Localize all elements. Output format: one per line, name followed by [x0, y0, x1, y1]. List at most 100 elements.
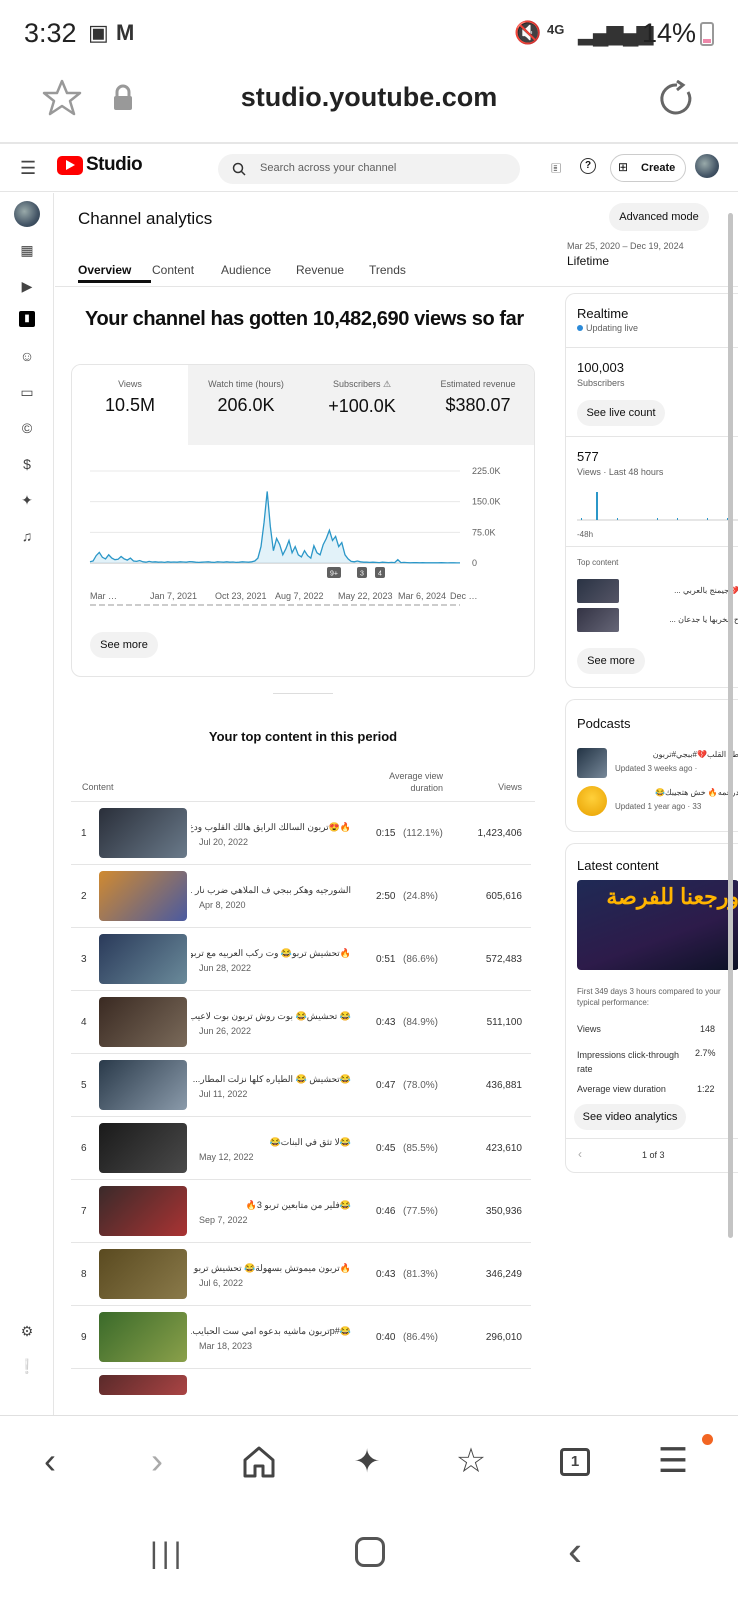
home-button-icon[interactable] — [355, 1537, 385, 1567]
tabs-icon[interactable]: 1 — [560, 1448, 590, 1476]
y-tick-label: 225.0K — [472, 466, 501, 476]
content-icon[interactable]: ▶ — [16, 275, 38, 297]
metric-value: 10.5M — [104, 395, 156, 415]
row-rank: 8 — [81, 1269, 87, 1280]
video-thumbnail[interactable] — [99, 1249, 187, 1299]
video-title[interactable]: 😂فلير من متابعين تربو 3🔥 — [191, 1200, 351, 1211]
system-back-icon[interactable]: ‹ — [568, 1527, 582, 1575]
prev-page-icon[interactable]: ‹ — [578, 1147, 582, 1161]
customization-icon[interactable]: ✦ — [16, 489, 38, 511]
create-button[interactable]: ⊞ Create — [610, 154, 686, 182]
url-text[interactable]: studio.youtube.com — [0, 82, 738, 113]
copyright-icon[interactable]: © — [16, 417, 38, 439]
send-feedback-icon[interactable]: ❕ — [16, 1355, 38, 1377]
channel-avatar[interactable] — [14, 201, 40, 227]
date-range: Mar 25, 2020 – Dec 19, 2024 — [567, 241, 684, 251]
see-live-count-button[interactable]: See live count — [577, 400, 665, 426]
search-input[interactable]: Search across your channel — [218, 154, 520, 184]
table-row[interactable]: 5 😂تحشيش 😂 الطياره كلها نزلت المطار... Jul… — [71, 1054, 531, 1117]
realtime-top-item[interactable]: ح هخربها يا جدعان ... — [577, 608, 738, 632]
views-chart[interactable]: 225.0K 150.0K 75.0K 0 9+ 3 4 Mar … Jan 7, 2021 Oc… — [72, 455, 535, 615]
video-thumbnail[interactable] — [99, 1123, 187, 1173]
scrollbar[interactable] — [728, 213, 733, 1238]
video-thumbnail[interactable] — [99, 934, 187, 984]
video-title[interactable]: 😂 تحشيش😂 بوت روش تربون بوت لاعيب... — [191, 1011, 351, 1022]
table-row[interactable]: 6 😂لا تثق في البنات😂 May 12, 2022 0:45 (85.5… — [71, 1117, 531, 1180]
period-select[interactable]: Lifetime — [567, 254, 609, 268]
advanced-mode-button[interactable]: Advanced mode — [609, 203, 709, 231]
row-views: 436,881 — [485, 1080, 522, 1091]
metric-revenue[interactable]: Estimated revenue $380.07 — [420, 365, 534, 445]
x-tick-label: Dec … — [450, 591, 478, 601]
x-tick-label: Mar 6, 2024 — [398, 591, 446, 601]
tab-revenue[interactable]: Revenue — [296, 263, 344, 277]
realtime-views: 577 — [577, 449, 599, 464]
podcast-item[interactable]: درعمه🔥 خش هتجيبك😂 Updated 1 year ago · 3… — [577, 786, 738, 818]
audio-library-icon[interactable]: ♫ — [16, 525, 38, 547]
recent-apps-icon[interactable]: ||| — [150, 1537, 185, 1571]
video-thumbnail[interactable] — [99, 1060, 187, 1110]
forward-icon[interactable]: › — [132, 1436, 182, 1486]
video-title[interactable]: 😂#pتربون ماشيه بدعوه امي ست الحبايب... — [191, 1326, 351, 1337]
tab-overview[interactable]: Overview — [78, 263, 131, 277]
chart-marker[interactable]: 4 — [375, 567, 385, 578]
tab-trends[interactable]: Trends — [369, 263, 406, 277]
y-tick-label: 75.0K — [472, 527, 496, 537]
table-row[interactable]: 1 🔥😍تربون السالك الرايق هالك القلوب ودع Ju… — [71, 802, 531, 865]
video-title[interactable]: 😂تحشيش 😂 الطياره كلها نزلت المطار... — [191, 1074, 351, 1085]
account-avatar[interactable] — [695, 154, 719, 178]
latest-thumbnail[interactable]: ورجعنا للفرصة — [577, 880, 738, 970]
avg-duration: 2:50 — [376, 891, 396, 902]
tab-audience[interactable]: Audience — [221, 263, 271, 277]
video-thumbnail[interactable] — [99, 1186, 187, 1236]
battery-percent: 14% — [642, 18, 697, 48]
video-title[interactable]: الشورجيه وهكر ببجي ف الملاهي ضرب نار ... — [191, 885, 351, 896]
video-title[interactable]: 🔥تربون ميموتش بسهولة😂 تحشيش تربو — [191, 1263, 351, 1274]
community-icon[interactable]: ☺ — [16, 345, 38, 367]
help-icon[interactable]: ? — [580, 158, 596, 174]
studio-logo-text[interactable]: Studio — [86, 154, 143, 176]
youtube-logo-icon[interactable] — [57, 156, 83, 175]
table-row[interactable]: 7 😂فلير من متابعين تربو 3🔥 Sep 7, 2022 0:46… — [71, 1180, 531, 1243]
analytics-icon[interactable]: ▮ — [19, 311, 35, 327]
realtime-top-item[interactable]: 💔جيمنج بالعربي ... — [577, 579, 738, 603]
video-title[interactable]: 🔥تحشيش تربو😂 وت ركب العربيه مع تربو... — [191, 948, 351, 959]
menu-icon[interactable]: ☰ — [648, 1436, 698, 1486]
metric-subscribers[interactable]: Subscribers ⚠ +100.0K — [304, 365, 420, 445]
table-row[interactable]: 8 🔥تربون ميموتش بسهولة😂 تحشيش تربو Jul 6, … — [71, 1243, 531, 1306]
video-title[interactable]: 😂لا تثق في البنات😂 — [191, 1137, 351, 1148]
tab-content[interactable]: Content — [152, 263, 194, 277]
chart-marker[interactable]: 9+ — [327, 567, 341, 578]
chart-marker[interactable]: 3 — [357, 567, 367, 578]
dashboard-icon[interactable]: ▦ — [16, 239, 38, 261]
back-icon[interactable]: ‹ — [25, 1436, 75, 1486]
table-row[interactable]: 4 😂 تحشيش😂 بوت روش تربون بوت لاعيب... Jun … — [71, 991, 531, 1054]
assistant-icon[interactable]: ✦ — [342, 1436, 392, 1486]
metric-views[interactable]: Views 10.5M — [72, 365, 188, 445]
video-thumbnail[interactable] — [99, 1375, 187, 1395]
see-video-analytics-button[interactable]: See video analytics — [574, 1104, 686, 1130]
podcast-item[interactable]: طع القلب💔#ببجي#تربون Updated 3 weeks ago… — [577, 748, 738, 780]
video-thumbnail[interactable] — [99, 808, 187, 858]
table-row[interactable]: 9 😂#pتربون ماشيه بدعوه امي ست الحبايب... M… — [71, 1306, 531, 1369]
table-row[interactable]: 3 🔥تحشيش تربو😂 وت ركب العربيه مع تربو... J… — [71, 928, 531, 991]
row-rank: 3 — [81, 954, 87, 965]
realtime-card: Realtime Updating live 100,003 Subscribe… — [565, 293, 738, 688]
see-more-button[interactable]: See more — [90, 632, 158, 658]
home-icon[interactable] — [241, 1444, 277, 1480]
earn-icon[interactable]: $ — [16, 453, 38, 475]
video-thumbnail[interactable] — [99, 997, 187, 1047]
video-title[interactable]: 🔥😍تربون السالك الرايق هالك القلوب ودع — [191, 822, 351, 833]
reload-icon[interactable] — [658, 80, 696, 118]
realtime-see-more-button[interactable]: See more — [577, 648, 645, 674]
metric-watch-time[interactable]: Watch time (hours) 206.0K — [188, 365, 304, 445]
settings-icon[interactable]: ⚙ — [16, 1320, 38, 1342]
subtitles-icon[interactable]: ▭ — [16, 381, 38, 403]
bookmarks-icon[interactable]: ☆ — [446, 1436, 496, 1486]
video-thumbnail[interactable] — [99, 871, 187, 921]
avg-duration-pct: (85.5%) — [403, 1143, 439, 1154]
feedback-icon[interactable]: 🗉 — [551, 158, 561, 182]
table-row[interactable]: 2 الشورجيه وهكر ببجي ف الملاهي ضرب نار ..… — [71, 865, 531, 928]
menu-icon[interactable]: ☰ — [20, 158, 36, 179]
video-thumbnail[interactable] — [99, 1312, 187, 1362]
